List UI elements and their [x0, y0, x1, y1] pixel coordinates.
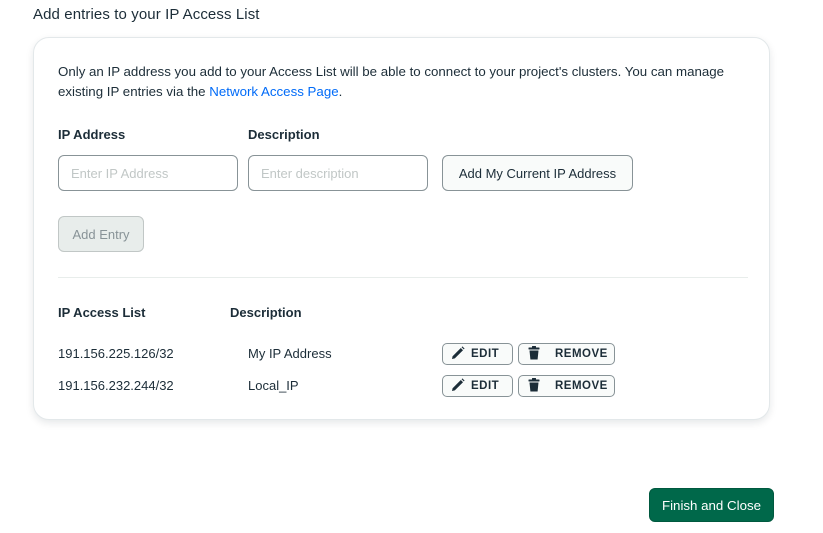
add-current-ip-button[interactable]: Add My Current IP Address: [442, 155, 633, 191]
edit-button[interactable]: EDIT: [442, 375, 513, 397]
trash-icon: [527, 345, 541, 363]
ip-address-input[interactable]: [58, 155, 238, 191]
section-title: Add entries to your IP Access List: [33, 6, 260, 23]
row-description: My IP Address: [248, 346, 332, 361]
column-header-description: Description: [230, 305, 302, 320]
description-input[interactable]: [248, 155, 428, 191]
remove-button[interactable]: REMOVE: [518, 375, 615, 397]
ip-address-label: IP Address: [58, 127, 126, 142]
intro-body: Only an IP address you add to your Acces…: [58, 64, 725, 99]
pencil-icon: [451, 377, 465, 395]
remove-label: REMOVE: [555, 380, 608, 392]
finish-and-close-button[interactable]: Finish and Close: [649, 488, 774, 522]
edit-label: EDIT: [471, 348, 500, 360]
trash-icon: [527, 377, 541, 395]
description-label: Description: [248, 127, 320, 142]
column-header-ip: IP Access List: [58, 305, 146, 320]
row-description: Local_IP: [248, 378, 299, 393]
remove-button[interactable]: REMOVE: [518, 343, 615, 365]
row-ip: 191.156.225.126/32: [58, 346, 174, 361]
edit-button[interactable]: EDIT: [442, 343, 513, 365]
edit-label: EDIT: [471, 380, 500, 392]
add-entry-button[interactable]: Add Entry: [58, 216, 144, 252]
ip-access-card: Only an IP address you add to your Acces…: [33, 37, 770, 420]
pencil-icon: [451, 345, 465, 363]
divider: [58, 277, 748, 278]
network-access-link[interactable]: Network Access Page: [209, 84, 338, 99]
row-ip: 191.156.232.244/32: [58, 378, 174, 393]
remove-label: REMOVE: [555, 348, 608, 360]
intro-suffix: .: [338, 84, 343, 99]
intro-text: Only an IP address you add to your Acces…: [58, 62, 758, 102]
